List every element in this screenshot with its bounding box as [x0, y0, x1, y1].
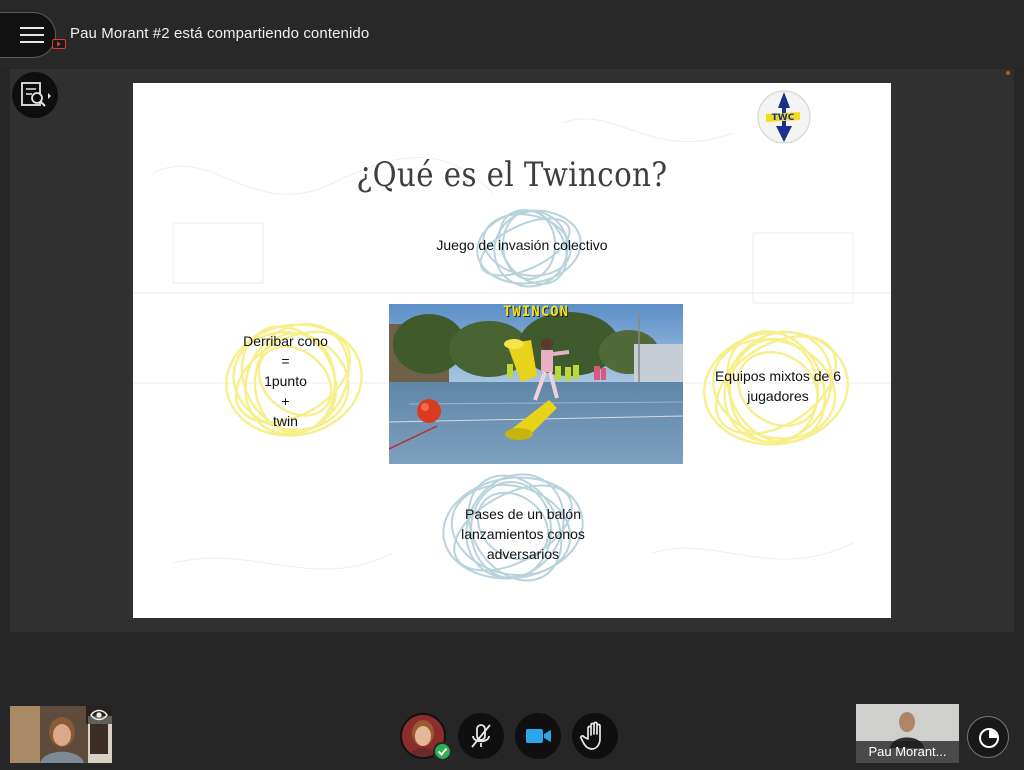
- presentation-settings-button[interactable]: [12, 72, 58, 118]
- slide-text-bottom: Pases de un balón lanzamientos conos adv…: [428, 504, 618, 564]
- remote-participant-name: Pau Morant...: [856, 741, 959, 763]
- camera-icon: [526, 729, 551, 743]
- game-photo-illustration: [389, 304, 683, 464]
- menu-button[interactable]: [0, 12, 56, 58]
- slide-title: ¿Qué es el Twincon?: [356, 155, 668, 195]
- raise-hand-button[interactable]: [572, 713, 618, 759]
- stage-corner-indicator: [1006, 71, 1010, 75]
- slide-text-left: Derribar cono = 1punto + twin: [223, 331, 348, 431]
- remote-participant-video[interactable]: Pau Morant...: [856, 704, 959, 763]
- screen-share-icon: [52, 39, 66, 49]
- eye-icon: [90, 709, 108, 721]
- slide-text-line: =: [281, 353, 290, 369]
- slide-text-line: lanzamientos conos: [461, 526, 585, 542]
- slide-text-line: Pases de un balón: [465, 506, 581, 522]
- twincon-game-photo: TWINCON: [389, 304, 683, 464]
- status-check-badge: [433, 742, 452, 761]
- meeting-window: Pau Morant #2 está compartiendo contenid…: [0, 0, 1024, 770]
- layout-icon: [979, 728, 999, 748]
- slide-text-line: jugadores: [747, 388, 809, 404]
- mute-microphone-button[interactable]: [458, 713, 504, 759]
- share-status-title: Pau Morant #2 está compartiendo contenid…: [70, 25, 370, 42]
- slide-text-line: twin: [273, 413, 298, 429]
- slide-text-right: Equipos mixtos de 6 jugadores: [708, 366, 848, 406]
- slide-text-top: Juego de invasión colectivo: [436, 237, 608, 253]
- camera-button[interactable]: [515, 713, 561, 759]
- slide-text-line: Derribar cono: [243, 333, 328, 349]
- layout-button[interactable]: [967, 716, 1009, 758]
- top-bar: Pau Morant #2 está compartiendo contenid…: [0, 0, 1024, 68]
- menu-icon: [20, 27, 44, 43]
- slide-text-line: adversarios: [486, 546, 560, 562]
- check-icon: [437, 747, 448, 756]
- photo-label: TWINCON: [502, 304, 569, 320]
- eye-button[interactable]: [86, 706, 112, 724]
- raise-hand-icon: [579, 721, 601, 750]
- slide-text-line: Equipos mixtos de 6: [714, 368, 842, 384]
- slide-text-line: +: [281, 393, 290, 409]
- svg-text:TWC: TWC: [772, 113, 795, 123]
- presentation-settings-icon: [21, 82, 51, 107]
- mic-muted-icon: [471, 724, 491, 748]
- presentation-slide: TWC ¿Qué es el Twincon? Juego de invasió…: [133, 83, 891, 618]
- slide-text-line: 1punto: [264, 373, 307, 389]
- twincon-logo: TWC: [757, 90, 811, 144]
